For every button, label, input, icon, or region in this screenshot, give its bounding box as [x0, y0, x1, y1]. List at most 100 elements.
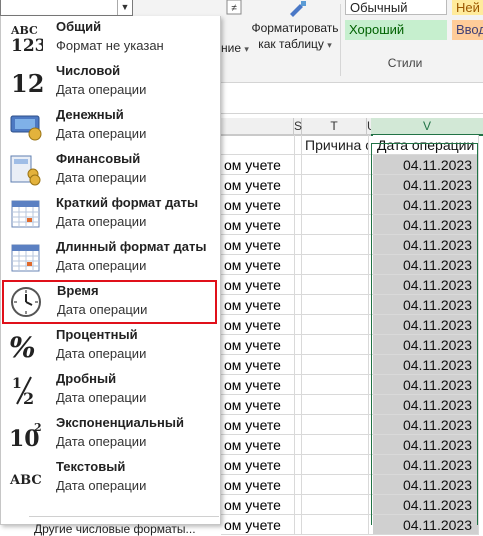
number-format-combo[interactable]: ▼: [0, 0, 133, 16]
format-menu-item-1[interactable]: 12 Числовой Дата операции: [1, 60, 220, 104]
cell-t[interactable]: Причина с: [302, 135, 369, 155]
column-header-r[interactable]: [221, 118, 294, 135]
column-header-t[interactable]: T: [302, 118, 367, 135]
cell-t[interactable]: [302, 295, 369, 315]
cell-t[interactable]: [302, 275, 369, 295]
cell-t[interactable]: [302, 455, 369, 475]
cell-v-date[interactable]: 04.11.2023: [373, 295, 479, 315]
format-menu-item-8[interactable]: 1 2 Дробный Дата операции: [1, 368, 220, 412]
cell-s[interactable]: [295, 215, 302, 235]
cell-r[interactable]: ом учете: [221, 495, 295, 515]
cell-t[interactable]: [302, 155, 369, 175]
cell-r[interactable]: ом учете: [221, 155, 295, 175]
cell-s[interactable]: [295, 495, 302, 515]
cell-v-date[interactable]: 04.11.2023: [373, 475, 479, 495]
cell-v-date[interactable]: 04.11.2023: [373, 355, 479, 375]
cell-r[interactable]: ом учете: [221, 255, 295, 275]
cell-s[interactable]: [295, 295, 302, 315]
cell-t[interactable]: [302, 335, 369, 355]
style-neutral[interactable]: Ней: [452, 0, 483, 15]
cell-v-date[interactable]: 04.11.2023: [373, 435, 479, 455]
format-menu-item-0[interactable]: ABC 123 Общий Формат не указан: [1, 16, 220, 60]
cell-r[interactable]: ом учете: [221, 415, 295, 435]
format-menu-item-3[interactable]: Финансовый Дата операции: [1, 148, 220, 192]
format-menu-item-2[interactable]: Денежный Дата операции: [1, 104, 220, 148]
format-menu-item-5[interactable]: Длинный формат даты Дата операции: [1, 236, 220, 280]
cell-v-date[interactable]: 04.11.2023: [373, 275, 479, 295]
format-menu-item-9[interactable]: 10 2 Экспоненциальный Дата операции: [1, 412, 220, 456]
cell-t[interactable]: [302, 355, 369, 375]
cell-s[interactable]: [295, 415, 302, 435]
cell-t[interactable]: [302, 175, 369, 195]
cell-t[interactable]: [302, 215, 369, 235]
cell-s[interactable]: [295, 475, 302, 495]
cell-s[interactable]: [295, 275, 302, 295]
format-menu-item-10[interactable]: ABC Текстовый Дата операции: [1, 456, 220, 500]
cell-r[interactable]: ом учете: [221, 375, 295, 395]
cell-r[interactable]: ом учете: [221, 215, 295, 235]
cell-s[interactable]: [295, 355, 302, 375]
cell-r[interactable]: [221, 135, 295, 155]
cell-r[interactable]: ом учете: [221, 395, 295, 415]
cell-t[interactable]: [302, 495, 369, 515]
cell-v-date[interactable]: 04.11.2023: [373, 415, 479, 435]
cell-t[interactable]: [302, 475, 369, 495]
cell-v-date[interactable]: 04.11.2023: [373, 195, 479, 215]
cell-s[interactable]: [295, 155, 302, 175]
cell-s[interactable]: [295, 335, 302, 355]
cell-v-date[interactable]: 04.11.2023: [373, 175, 479, 195]
format-menu-item-7[interactable]: % Процентный Дата операции: [1, 324, 220, 368]
cell-v-date[interactable]: 04.11.2023: [373, 255, 479, 275]
cell-t[interactable]: [302, 375, 369, 395]
cell-t[interactable]: [302, 195, 369, 215]
cell-s[interactable]: [295, 435, 302, 455]
column-header-s[interactable]: S: [294, 118, 302, 135]
cell-s[interactable]: [295, 375, 302, 395]
cell-r[interactable]: ом учете: [221, 475, 295, 495]
cell-r[interactable]: ом учете: [221, 315, 295, 335]
cell-s[interactable]: [295, 395, 302, 415]
cell-v-date[interactable]: 04.11.2023: [373, 315, 479, 335]
column-header-v[interactable]: V: [371, 118, 483, 136]
cell-r[interactable]: ом учете: [221, 235, 295, 255]
cell-r[interactable]: ом учете: [221, 435, 295, 455]
format-menu-item-6[interactable]: Время Дата операции: [2, 280, 217, 324]
cell-v-date[interactable]: 04.11.2023: [373, 235, 479, 255]
chevron-down-icon[interactable]: ▼: [117, 0, 132, 15]
cell-v-date[interactable]: 04.11.2023: [373, 455, 479, 475]
cell-r[interactable]: ом учете: [221, 455, 295, 475]
format-as-table-button[interactable]: Форматировать как таблицу ▾: [246, 1, 344, 53]
cell-r[interactable]: ом учете: [221, 175, 295, 195]
cell-s[interactable]: [295, 315, 302, 335]
cell-r[interactable]: ом учете: [221, 295, 295, 315]
cell-r[interactable]: ом учете: [221, 275, 295, 295]
cell-v-date[interactable]: 04.11.2023: [373, 215, 479, 235]
cell-s[interactable]: [295, 515, 302, 535]
cell-t[interactable]: [302, 415, 369, 435]
cell-s[interactable]: [295, 135, 302, 155]
cell-v-date[interactable]: 04.11.2023: [373, 515, 479, 535]
cell-v-date[interactable]: 04.11.2023: [373, 335, 479, 355]
cell-v-date[interactable]: 04.11.2023: [373, 395, 479, 415]
cell-v-date[interactable]: 04.11.2023: [373, 495, 479, 515]
cell-s[interactable]: [295, 175, 302, 195]
cell-s[interactable]: [295, 455, 302, 475]
cell-t[interactable]: [302, 515, 369, 535]
cell-s[interactable]: [295, 235, 302, 255]
cell-t[interactable]: [302, 235, 369, 255]
cell-r[interactable]: ом учете: [221, 195, 295, 215]
cell-s[interactable]: [295, 195, 302, 215]
more-number-formats-link[interactable]: Другие числовые форматы...: [34, 522, 196, 536]
cell-r[interactable]: ом учете: [221, 355, 295, 375]
cell-t[interactable]: [302, 315, 369, 335]
cell-v-header[interactable]: Дата операции: [373, 135, 479, 155]
style-normal[interactable]: Обычный: [345, 0, 447, 15]
cell-t[interactable]: [302, 255, 369, 275]
style-good[interactable]: Хороший: [345, 20, 447, 40]
format-menu-item-4[interactable]: Краткий формат даты Дата операции: [1, 192, 220, 236]
cell-v-date[interactable]: 04.11.2023: [373, 155, 479, 175]
cell-t[interactable]: [302, 435, 369, 455]
cell-s[interactable]: [295, 255, 302, 275]
cell-r[interactable]: ом учете: [221, 515, 295, 535]
cell-v-date[interactable]: 04.11.2023: [373, 375, 479, 395]
